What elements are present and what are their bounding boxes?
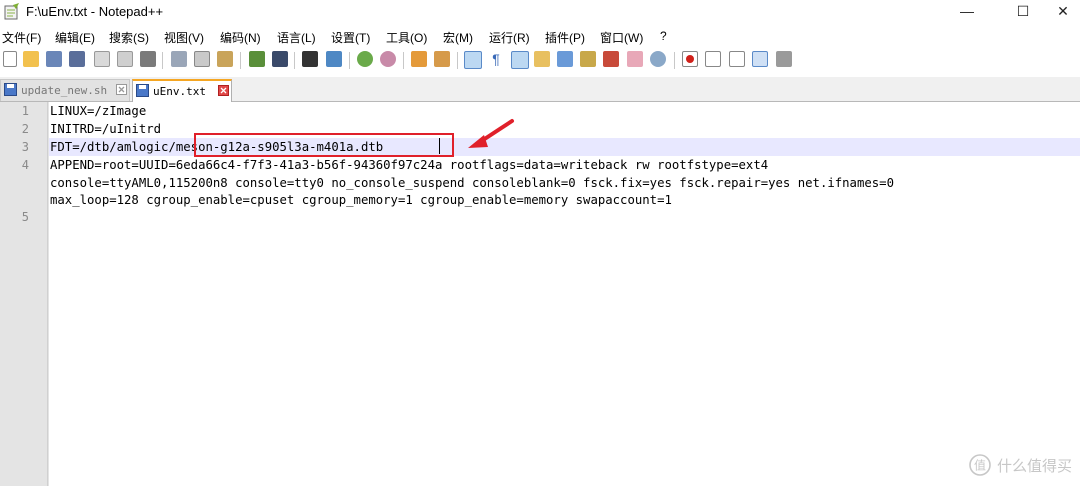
udl-icon[interactable] (534, 51, 550, 67)
svg-text:值: 值 (974, 458, 986, 473)
open-file-icon[interactable] (23, 51, 39, 67)
text-caret (439, 138, 440, 154)
print-icon[interactable] (140, 51, 156, 67)
menu-settings[interactable]: 设置(T) (331, 29, 370, 46)
function-list-icon[interactable] (580, 51, 596, 67)
title-bar: F:\uEnv.txt - Notepad++ — ☐ ✕ (0, 0, 1080, 24)
saved-file-icon (4, 83, 17, 96)
cut-icon[interactable] (171, 51, 187, 67)
menu-encoding[interactable]: 编码(N) (220, 29, 261, 46)
toolbar-separator (457, 52, 458, 69)
notepadpp-app-icon (4, 3, 19, 20)
toolbar-separator (162, 52, 163, 69)
close-file-icon[interactable] (94, 51, 110, 67)
toolbar: ¶ (0, 47, 1080, 75)
save-all-icon[interactable] (69, 51, 85, 67)
tab-label: update_new.sh (21, 84, 108, 97)
copy-icon[interactable] (194, 51, 210, 67)
new-file-icon[interactable] (3, 51, 17, 67)
red-arrow-icon (468, 119, 514, 148)
save-macro-icon[interactable] (776, 51, 792, 67)
line-number: 3 (21, 140, 29, 154)
tab-update-new-sh[interactable]: update_new.sh (0, 79, 130, 101)
sync-vertical-icon[interactable] (411, 51, 427, 67)
tab-close-icon[interactable] (218, 85, 229, 96)
indent-guide-icon[interactable] (511, 51, 529, 69)
menu-plugins[interactable]: 插件(P) (545, 29, 585, 46)
menu-macro[interactable]: 宏(M) (443, 29, 473, 46)
tab-label: uEnv.txt (153, 85, 206, 98)
menu-search[interactable]: 搜索(S) (109, 29, 149, 46)
close-button[interactable]: ✕ (1040, 0, 1080, 24)
menu-run[interactable]: 运行(R) (489, 29, 530, 46)
menu-help[interactable]: ? (660, 29, 667, 43)
smzdm-logo-icon: 值 (969, 454, 991, 476)
code-line-wrapped[interactable]: console=ttyAML0,115200n8 console=tty0 no… (50, 176, 894, 190)
toolbar-separator (674, 52, 675, 69)
sync-horizontal-icon[interactable] (434, 51, 450, 67)
zoom-in-icon[interactable] (357, 51, 373, 67)
menu-edit[interactable]: 编辑(E) (55, 29, 95, 46)
menu-file[interactable]: 文件(F) (2, 29, 41, 46)
editor-area[interactable]: 1 2 3 4 5 LINUX=/zImage INITRD=/uInitrd … (0, 102, 1080, 486)
show-all-characters-icon[interactable]: ¶ (488, 51, 504, 67)
find-icon[interactable] (302, 51, 318, 67)
close-all-icon[interactable] (117, 51, 133, 67)
watermark: 值 什么值得买 (969, 454, 1072, 476)
toolbar-separator (240, 52, 241, 69)
doc-map-icon[interactable] (557, 51, 573, 67)
run-macro-multiple-icon[interactable] (752, 51, 768, 67)
word-wrap-icon[interactable] (464, 51, 482, 69)
menu-tools[interactable]: 工具(O) (386, 29, 427, 46)
redo-icon[interactable] (272, 51, 288, 67)
folder-as-workspace-icon[interactable] (603, 51, 619, 67)
paste-icon[interactable] (217, 51, 233, 67)
saved-file-icon (136, 84, 149, 97)
save-icon[interactable] (46, 51, 62, 67)
code-line-wrapped[interactable]: max_loop=128 cgroup_enable=cpuset cgroup… (50, 193, 672, 207)
menu-view[interactable]: 视图(V) (164, 29, 204, 46)
replace-icon[interactable] (326, 51, 342, 67)
line-number: 4 (21, 158, 29, 172)
toolbar-separator (403, 52, 404, 69)
toolbar-separator (294, 52, 295, 69)
line-number: 2 (21, 122, 29, 136)
highlight-annotation-box (194, 133, 454, 157)
stop-macro-icon[interactable] (705, 51, 721, 67)
code-line[interactable]: APPEND=root=UUID=6eda66c4-f7f3-41a3-b56f… (50, 158, 768, 172)
record-dot-icon (686, 55, 694, 63)
code-line[interactable]: LINUX=/zImage (50, 104, 146, 118)
tab-uenv-txt[interactable]: uEnv.txt (132, 79, 232, 103)
minimize-button[interactable]: — (944, 0, 990, 24)
undo-icon[interactable] (249, 51, 265, 67)
tab-close-icon[interactable] (116, 84, 127, 95)
code-line[interactable]: INITRD=/uInitrd (50, 122, 161, 136)
monitoring-icon[interactable] (627, 51, 643, 67)
menu-window[interactable]: 窗口(W) (600, 29, 643, 46)
menu-bar: 文件(F) 编辑(E) 搜索(S) 视图(V) 编码(N) 语言(L) 设置(T… (0, 26, 1080, 46)
line-number: 5 (21, 210, 29, 224)
tab-bar: update_new.sh uEnv.txt (0, 77, 1080, 103)
preview-icon[interactable] (650, 51, 666, 67)
toolbar-separator (349, 52, 350, 69)
fold-margin (47, 102, 48, 486)
watermark-text: 什么值得买 (996, 457, 1072, 475)
play-macro-icon[interactable] (729, 51, 745, 67)
zoom-out-icon[interactable] (380, 51, 396, 67)
window-title: F:\uEnv.txt - Notepad++ (26, 4, 164, 19)
menu-language[interactable]: 语言(L) (277, 29, 316, 46)
line-number: 1 (21, 104, 29, 118)
record-macro-icon[interactable] (682, 51, 698, 67)
